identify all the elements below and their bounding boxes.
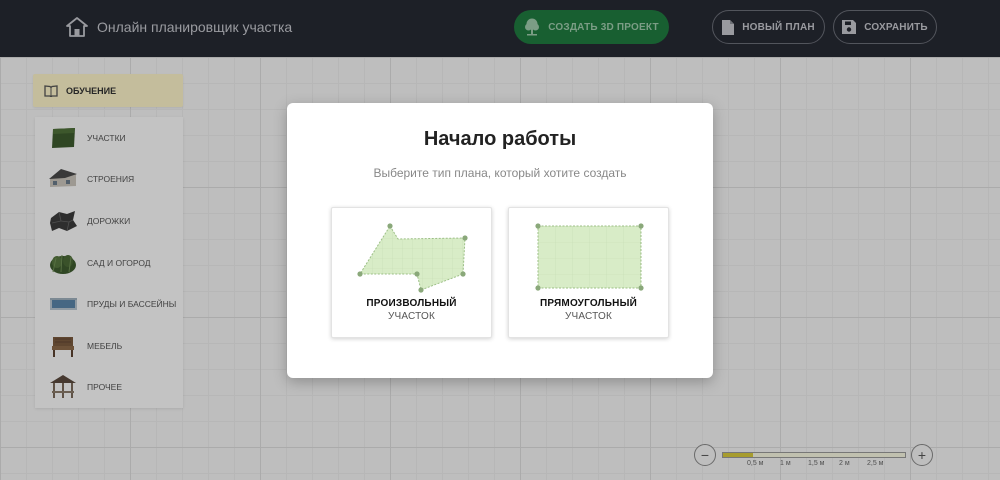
dialog-title: Начало работы (423, 128, 577, 150)
rectangular-plot-card[interactable]: ПРЯМОУГОЛЬНЫЙ УЧАСТОК (508, 207, 669, 338)
dialog-subtitle: Выберите тип плана, который хотите созда… (373, 166, 627, 180)
rectangular-plot-icon (535, 223, 644, 291)
card-subtitle: УЧАСТОК (564, 311, 613, 322)
freeform-plot-card[interactable]: ПРОИЗВОЛЬНЫЙ УЧАСТОК (331, 207, 492, 338)
card-title: ПРОИЗВОЛЬНЫЙ (366, 298, 457, 309)
card-subtitle: УЧАСТОК (387, 311, 436, 322)
start-dialog: Начало работы Выберите тип плана, которы… (287, 103, 713, 378)
card-title: ПРЯМОУГОЛЬНЫЙ (540, 298, 637, 309)
freeform-plot-icon (357, 223, 468, 293)
